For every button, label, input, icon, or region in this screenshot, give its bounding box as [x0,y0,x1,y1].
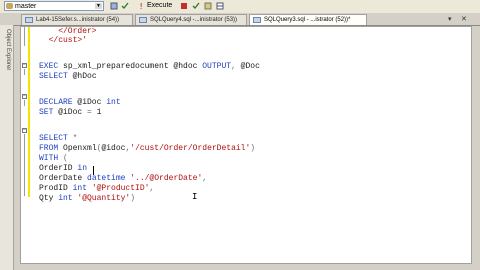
document-tabstrip: Lab4-15Sefer.s...inistrator (54)) SQLQue… [0,13,480,26]
code-token: '/cust/Order/OrderDetail' [130,144,251,153]
code-line[interactable]: OrderID in [39,164,87,174]
debug-icon[interactable] [110,2,118,10]
fold-line [24,27,25,46]
code-token: '@ProductID' [91,184,150,193]
code-token: SET [39,108,59,117]
code-token: int [106,98,121,107]
database-icon [6,3,13,9]
code-line[interactable]: WITH ( [39,154,68,164]
code-token: ( [63,154,68,163]
code-token: @idoc [101,144,126,153]
code-token: ) [130,194,136,203]
code-token: OrderID [39,164,78,173]
code-line[interactable]: Qty int '@Quantity') [39,194,135,204]
tab-sqlquery4[interactable]: SQLQuery4.sql -...inistrator (53)) [135,14,247,25]
tab-label: SQLQuery4.sql -...inistrator (53)) [150,17,238,23]
object-explorer-panel[interactable]: Object Explorer [0,25,14,270]
text-cursor [93,166,94,175]
code-token: </Order> [39,27,97,36]
fold-line [24,100,25,106]
svg-text:!: ! [140,2,142,10]
tab-sqlquery3[interactable]: SQLQuery3.sql - ...istrator (52))* [249,14,367,25]
code-token: , [149,184,155,193]
collapse-toggle[interactable]: − [22,94,27,99]
code-token: int [58,194,78,203]
tab-label: SQLQuery3.sql - ...istrator (52))* [264,17,351,23]
code-line[interactable]: FROM Openxml(@idoc,'/cust/Order/OrderDet… [39,144,255,154]
code-token: int [72,184,92,193]
code-token: '../@OrderDate' [130,174,203,183]
object-explorer-label[interactable]: Object Explorer [1,29,11,77]
code-token: * [72,134,78,143]
collapse-toggle[interactable]: − [22,63,27,68]
right-edge [474,26,480,264]
code-token: EXEC [39,62,64,71]
code-token: Openxml [63,144,97,153]
fold-line [24,134,25,196]
code-token: </cust>' [39,36,88,45]
code-token: @iDoc [58,108,88,117]
query-file-icon [139,17,147,23]
code-token: OrderDate [39,174,88,183]
code-token: OUTPUT [202,62,232,71]
check-icon[interactable] [192,2,200,10]
results-icon[interactable] [216,2,224,10]
code-token: @Doc [240,62,260,71]
code-token: @hDoc [72,72,97,81]
code-token: @hdoc [173,62,203,71]
database-select-value: master [15,3,37,10]
editor-gutter: − − − [21,27,30,263]
code-token: SELECT [39,72,73,81]
code-token: FROM [39,144,64,153]
tab-list-icon[interactable]: ▾ [448,15,452,24]
fold-line [24,69,25,75]
code-line[interactable]: SELECT * [39,134,77,144]
mouse-ibeam-cursor: I [192,192,198,202]
code-token: WITH [39,154,64,163]
code-line[interactable]: SELECT @hDoc [39,72,97,82]
code-line[interactable]: SET @iDoc = 1 [39,108,101,118]
code-token: SELECT [39,134,73,143]
collapse-toggle[interactable]: − [22,128,27,133]
code-line[interactable]: ProdID int '@ProductID', [39,184,154,194]
code-token: @iDoc [77,98,107,107]
code-line[interactable]: EXEC sp_xml_preparedocument @hdoc OUTPUT… [39,62,260,72]
code-token: ) [250,144,256,153]
close-icon[interactable]: ✕ [461,15,467,24]
change-marker [28,27,30,197]
code-token: datetime [87,174,131,183]
code-line[interactable]: DECLARE @iDoc int [39,98,121,108]
display-plan-icon[interactable] [204,2,212,10]
query-toolbar: master ▼ ! Execute [0,0,480,14]
code-token: , [231,62,241,71]
code-token: sp_xml_preparedocument [63,62,174,71]
query-file-icon [253,17,261,23]
tab-label: Lab4-15Sefer.s...inistrator (54)) [36,17,120,23]
code-line[interactable]: OrderDate datetime '../@OrderDate', [39,174,207,184]
code-token: = [87,108,97,117]
tab-lab4[interactable]: Lab4-15Sefer.s...inistrator (54)) [21,14,133,25]
code-line[interactable]: </cust>' [39,36,87,46]
stop-icon[interactable] [180,2,188,10]
code-token: , [202,174,208,183]
code-token: DECLARE [39,98,78,107]
code-token: ProdID [39,184,73,193]
code-token: Qty [39,194,59,203]
database-select[interactable]: master ▼ [4,1,104,11]
code-token: '@Quantity' [77,194,131,203]
execute-button[interactable]: Execute [147,1,172,11]
chevron-down-icon[interactable]: ▼ [95,3,102,9]
query-editor[interactable]: − − − </Order> </cust>' EXEC sp_xml_prepa… [20,26,472,264]
code-token: in [77,164,88,173]
code-token: 1 [96,108,102,117]
query-file-icon [25,17,33,23]
parse-icon[interactable] [121,2,129,10]
